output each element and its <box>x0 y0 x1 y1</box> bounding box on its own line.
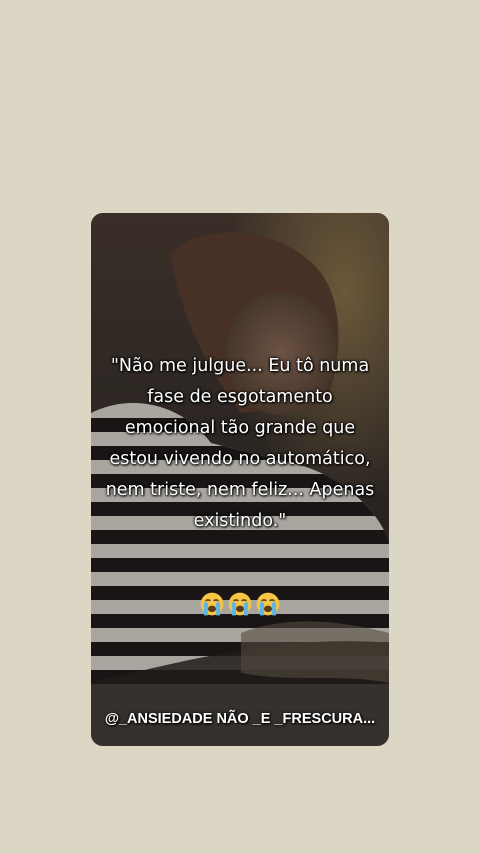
story-card[interactable]: "Não me julgue... Eu tô numa fase de esg… <box>91 213 389 746</box>
loudly-crying-face-icon <box>228 592 252 616</box>
loudly-crying-face-icon <box>256 592 280 616</box>
quote-text: "Não me julgue... Eu tô numa fase de esg… <box>105 356 375 531</box>
account-watermark: @_ANSIEDADE NÃO _E _FRESCURA... <box>104 711 376 727</box>
loudly-crying-face-icon <box>200 592 224 616</box>
emoji-row <box>91 591 389 617</box>
